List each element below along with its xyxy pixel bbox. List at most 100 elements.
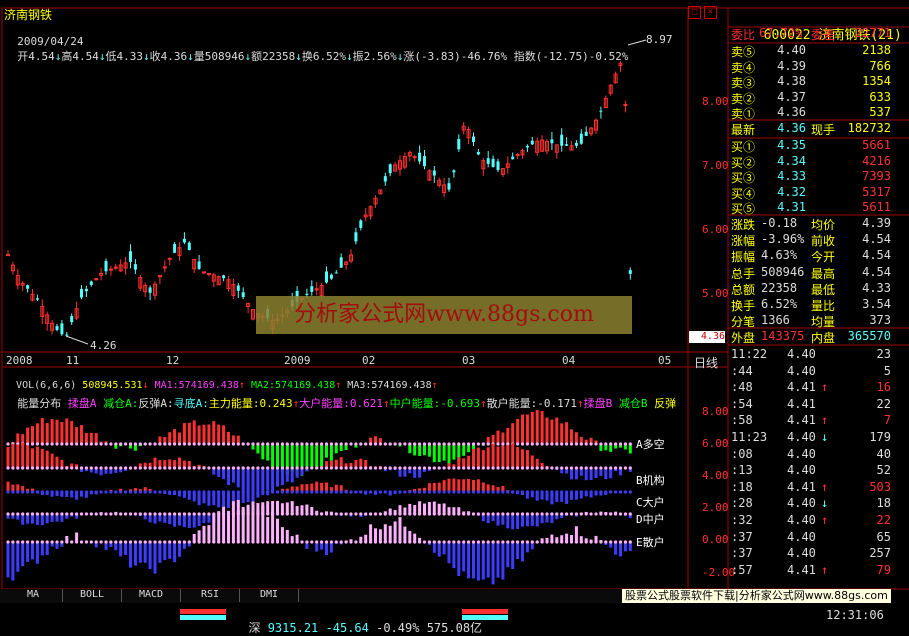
indicator-dot xyxy=(153,442,157,446)
indicator-dot xyxy=(21,512,25,516)
tick-time: :37 xyxy=(731,546,753,561)
indicator-dot xyxy=(285,540,289,544)
indicator-dot xyxy=(202,466,206,470)
indicator-dot xyxy=(545,490,549,494)
indicator-dot xyxy=(623,490,628,494)
indicator-dot xyxy=(202,442,206,446)
indicator-dot xyxy=(300,512,304,516)
index-up-bar xyxy=(180,609,226,614)
indicator-dot xyxy=(560,466,564,470)
ad-banner[interactable]: 股票公式股票软件下载|分析家公式网www.88gs.com xyxy=(622,589,891,603)
indicator-dot xyxy=(295,442,299,446)
indicator-dot xyxy=(109,540,113,544)
tick-row: 11:22 4.40 23 xyxy=(731,347,891,364)
indicator-dot xyxy=(11,490,15,494)
indicator-dot xyxy=(305,512,309,516)
indicator-dot xyxy=(231,466,235,470)
index-down-bar xyxy=(180,615,226,620)
row-label-c: C大户 xyxy=(636,496,665,509)
indicator-dot xyxy=(486,490,490,494)
clock: 12:31:06 xyxy=(826,608,884,622)
indicator-dot xyxy=(364,466,368,470)
stat-key: 最高 xyxy=(811,266,836,281)
candle-body xyxy=(423,156,426,167)
indicator-dot xyxy=(545,540,549,544)
indicator-dot xyxy=(35,512,40,516)
indicator-dot xyxy=(153,512,157,516)
tick-time: :28 xyxy=(731,496,753,511)
indicator-dot xyxy=(79,540,84,544)
indicator-dot xyxy=(35,466,40,470)
indicator-dot xyxy=(569,490,574,494)
indicator-dot xyxy=(295,512,299,516)
tick-arrow: ↑ xyxy=(821,413,829,428)
indicator-dot xyxy=(540,466,544,470)
indicator-dot xyxy=(628,540,632,544)
tab-ma[interactable]: MA xyxy=(4,589,63,602)
indicator-dot xyxy=(261,466,265,470)
indicator-dot xyxy=(418,540,422,544)
indicator-dot xyxy=(241,540,245,544)
indicator-dot xyxy=(217,466,221,470)
maximize-icon[interactable]: □ xyxy=(688,6,701,19)
indicator-dot xyxy=(84,442,88,446)
date-axis-label: 2009 xyxy=(284,354,311,367)
indicator-dot xyxy=(584,512,588,516)
indicator-dot xyxy=(378,442,382,446)
indicator-dot xyxy=(476,512,480,516)
indicator-dot xyxy=(550,512,554,516)
indicator-dot xyxy=(177,466,182,470)
date-axis-label: 12 xyxy=(166,354,180,367)
indicator-dot xyxy=(565,442,569,446)
indicator-dot xyxy=(217,442,221,446)
tick-price: 4.40 xyxy=(787,546,816,561)
tab-dmi[interactable]: DMI xyxy=(240,589,299,602)
tick-price: 4.40 xyxy=(787,463,816,478)
close-icon[interactable]: × xyxy=(704,6,717,19)
indicator-dot xyxy=(373,490,378,494)
indicator-dot xyxy=(256,490,260,494)
bid-label: 买⑤ xyxy=(731,202,756,216)
tab-boll[interactable]: BOLL xyxy=(63,589,122,602)
indicator-dot xyxy=(143,512,147,516)
indicator-dot xyxy=(462,466,466,470)
indicator-dot xyxy=(89,540,93,544)
indicator-dot xyxy=(45,540,49,544)
indicator-dot xyxy=(241,490,245,494)
indicator-dot xyxy=(535,466,539,470)
indicator-dot xyxy=(133,540,137,544)
indicator-dot xyxy=(354,512,358,516)
stat-row: 总手 508946 最高 4.54 xyxy=(731,265,891,282)
tab-rsi[interactable]: RSI xyxy=(181,589,240,602)
candle-body xyxy=(60,323,64,335)
indicator-dot xyxy=(604,540,608,544)
indicator-dot xyxy=(305,540,309,544)
period-button[interactable]: 日线 xyxy=(694,354,718,371)
indicator-dot xyxy=(251,490,255,494)
tick-volume: 65 xyxy=(876,529,891,544)
indicator-dot xyxy=(153,466,157,470)
indicator-dot xyxy=(251,540,255,544)
indicator-dot xyxy=(560,512,564,516)
indicator-dot xyxy=(462,442,466,446)
stat-row: 振幅 4.63% 今开 4.54 xyxy=(731,248,891,265)
price-axis-label: 6.00 xyxy=(702,223,729,236)
waipan-value: 143375 xyxy=(761,329,805,343)
indicator-dot xyxy=(177,490,182,494)
candle-body xyxy=(65,334,69,336)
indicator-dot xyxy=(109,490,113,494)
info-high: 4.54 xyxy=(72,50,99,63)
info-amount: 22358 xyxy=(262,50,296,63)
indicator-dot xyxy=(70,442,74,446)
tab-macd[interactable]: MACD xyxy=(122,589,181,602)
indicator-dot xyxy=(594,512,598,516)
price-axis-label: 5.00 xyxy=(702,287,729,300)
ask-row: 卖① 4.36 537 xyxy=(731,105,891,122)
indicator-dot xyxy=(511,490,515,494)
indicator-dot xyxy=(275,490,280,494)
indicator-dot xyxy=(168,512,172,516)
indicator-dot xyxy=(35,490,40,494)
tick-row: :32 4.40 ↑ 22 xyxy=(731,513,891,530)
indicator-dot xyxy=(35,540,40,544)
indicator-dot xyxy=(45,490,49,494)
